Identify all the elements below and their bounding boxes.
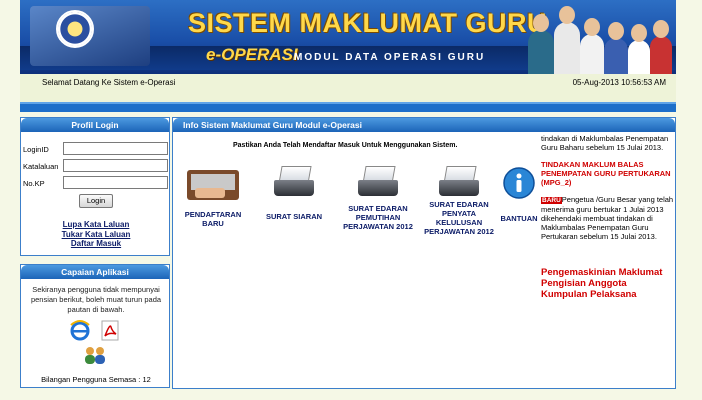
person-figure [628,24,650,74]
tile-surat-siaran[interactable]: SURAT SIARAN [259,166,329,221]
ministry-crest-logo [56,10,94,48]
announcement-heading: TINDAKAN MAKLUM BALAS PENEMPATAN GURU PE… [541,160,671,187]
divider-bar [20,102,676,112]
datetime-text: 05-Aug-2013 10:56:53 AM [572,78,666,87]
update-link[interactable]: Pengemaskinian Maklumat Pengisian Anggot… [541,267,675,300]
users-icon[interactable] [83,345,107,365]
app-subtitle: e-OPERASI [206,45,298,64]
apps-description: Sekiranya pengguna tidak mempunyai pensi… [30,285,162,314]
login-button[interactable]: Login [79,194,113,208]
password-label: Katalaluan [23,162,59,171]
main-panel: Info Sistem Maklumat Guru Modul e-Operas… [172,117,676,389]
person-figure [554,6,580,74]
welcome-text: Selamat Datang Ke Sistem e-Operasi [42,78,176,87]
ic-number-input[interactable] [63,176,168,189]
announcement-text-1: tindakan di Maklumbalas Penempatan Guru … [541,134,669,152]
change-password-link[interactable]: Tukar Kata Laluan [21,230,171,239]
person-figure [580,18,604,74]
tile-surat-edaran-pemutihan[interactable]: SURAT EDARAN PEMUTIHAN PERJAWATAN 2012 [339,166,417,231]
announcement-text-2: Pengetua /Guru Besar yang telah menerima… [541,195,674,241]
new-badge: BARU [541,197,562,204]
person-figure [528,14,554,74]
app-title: SISTEM MAKLUMAT GURU [188,8,547,38]
page: SISTEM MAKLUMAT GURU e-OPERASI MODUL DAT… [20,0,676,400]
info-icon [503,167,535,199]
tile-surat-edaran-penyata[interactable]: SURAT EDARAN PENYATA KELULUSAN PERJAWATA… [419,166,499,236]
tile-label: BANTUAN [500,214,538,223]
apps-panel-title: Capaian Aplikasi [21,265,169,279]
teachers-photo [524,4,674,74]
login-panel: Profil Login LoginID Katalaluan No.KP Lo… [20,117,170,256]
tile-pendaftaran-baru[interactable]: PENDAFTARAN BARU [181,168,245,228]
person-figure [604,22,628,74]
apps-panel: Capaian Aplikasi Sekiranya pengguna tida… [20,264,170,388]
acrobat-icon[interactable] [99,319,121,341]
tile-label: SURAT EDARAN PENYATA KELULUSAN PERJAWATA… [424,200,494,236]
online-users-count: Bilangan Pengguna Semasa : 12 [41,375,151,384]
tile-bantuan[interactable]: BANTUAN [499,166,539,223]
announcements: tindakan di Maklumbalas Penempatan Guru … [541,134,675,300]
header-banner: SISTEM MAKLUMAT GURU e-OPERASI MODUL DAT… [20,0,676,74]
register-link[interactable]: Daftar Masuk [21,239,171,248]
keyboard-icon [187,170,239,200]
person-figure [650,20,672,74]
login-notice: Pastikan Anda Telah Mendaftar Masuk Untu… [233,142,458,149]
login-panel-title: Profil Login [21,118,169,132]
inbox-tray-icon [437,166,481,196]
app-tagline: MODUL DATA OPERASI GURU [294,52,486,63]
loginid-input[interactable] [63,142,168,155]
main-panel-title: Info Sistem Maklumat Guru Modul e-Operas… [173,118,675,132]
password-input[interactable] [63,159,168,172]
greeting-bar: Selamat Datang Ke Sistem e-Operasi 05-Au… [20,74,676,102]
tile-label: PENDAFTARAN BARU [184,210,242,228]
loginid-label: LoginID [23,145,49,154]
tile-label: SURAT EDARAN PEMUTIHAN PERJAWATAN 2012 [343,204,413,231]
inbox-tray-icon [356,166,400,196]
ic-number-label: No.KP [23,179,45,188]
internet-explorer-icon[interactable] [69,319,91,341]
tile-label: SURAT SIARAN [265,212,323,221]
forgot-password-link[interactable]: Lupa Kata Laluan [21,220,171,229]
inbox-tray-icon [272,166,316,196]
